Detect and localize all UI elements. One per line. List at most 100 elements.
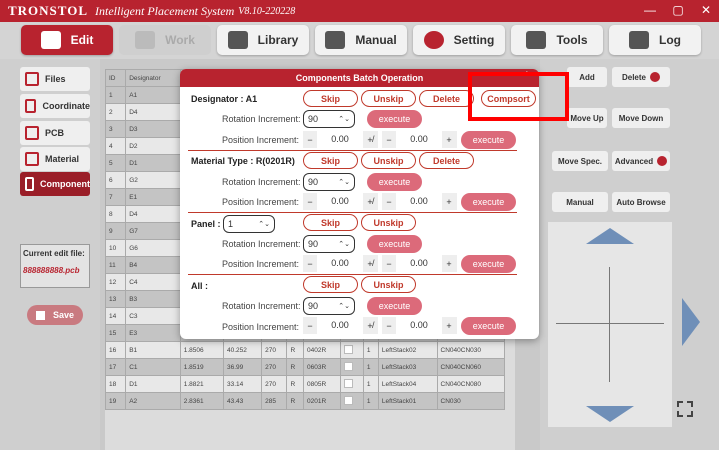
designator-pos-y[interactable]: −0.00 +: [382, 131, 457, 148]
arrow-up-icon[interactable]: [586, 228, 634, 244]
panel-position-execute[interactable]: execute: [461, 255, 516, 273]
dialog-title: Components Batch Operation: [295, 73, 424, 83]
gear-icon: [423, 31, 444, 49]
left-panel: Files Coordinate PCB Material Component …: [0, 59, 100, 450]
all-position-execute[interactable]: execute: [461, 317, 516, 335]
all-pos-x[interactable]: −0.00 +: [303, 317, 378, 334]
all-unskip-button[interactable]: Unskip: [361, 276, 416, 293]
designator-skip-button[interactable]: Skip: [303, 90, 358, 107]
book-icon: [325, 31, 346, 49]
sidebar-item-component[interactable]: Component: [20, 172, 90, 196]
material-rotation-select[interactable]: 90 ⌃⌄: [303, 173, 355, 191]
arrow-right-icon[interactable]: [682, 298, 700, 346]
chevron-updown-icon: ⌃⌄: [258, 221, 270, 228]
designator-unskip-button[interactable]: Unskip: [361, 90, 416, 107]
auto-browse-button[interactable]: Auto Browse: [612, 192, 670, 212]
move-down-button[interactable]: Move Down: [612, 108, 670, 128]
sidebar-item-pcb[interactable]: PCB: [20, 121, 90, 145]
chevron-updown-icon: ⌃⌄: [338, 241, 350, 248]
move-spec-button[interactable]: Move Spec.: [552, 151, 608, 171]
designator-pos-x[interactable]: −0.00 +: [303, 131, 378, 148]
title-bar: TRONSTOL Intelligent Placement System V8…: [0, 0, 719, 22]
panel-rotation-select[interactable]: 90 ⌃⌄: [303, 235, 355, 253]
material-unskip-button[interactable]: Unskip: [361, 152, 416, 169]
edit-file-label: Current edit file:: [23, 249, 85, 258]
material-rotation-execute[interactable]: execute: [367, 173, 422, 191]
row-checkbox[interactable]: [344, 344, 354, 354]
move-up-button[interactable]: Move Up: [567, 108, 607, 128]
position-label: Position Increment:: [222, 135, 300, 145]
material-skip-button[interactable]: Skip: [303, 152, 358, 169]
row-checkbox[interactable]: [344, 361, 354, 371]
panel-pos-y[interactable]: −0.00 +: [382, 255, 457, 272]
arrow-down-icon[interactable]: [586, 406, 634, 422]
panel-label: Panel :: [191, 219, 221, 229]
close-button[interactable]: ✕: [699, 3, 713, 17]
row-checkbox[interactable]: [344, 395, 354, 405]
material-label: Material Type : R(0201R): [191, 156, 295, 166]
window-controls: — ▢ ✕: [643, 3, 713, 17]
rotation-label: Rotation Increment:: [222, 114, 301, 124]
component-icon: [25, 177, 34, 191]
delete-button[interactable]: Delete: [612, 67, 670, 87]
panel-rotation-execute[interactable]: execute: [367, 235, 422, 253]
sidebar-item-material[interactable]: Material: [20, 147, 90, 171]
toolbox-icon: [526, 31, 547, 49]
table-row[interactable]: 18 D1 1.8821 33.14 270 R 0805R 1 LeftStack04 CN04…: [105, 375, 506, 393]
panel-skip-button[interactable]: Skip: [303, 214, 358, 231]
all-rotation-execute[interactable]: execute: [367, 297, 422, 315]
sidebar-item-coordinate[interactable]: Coordinate: [20, 94, 90, 118]
tab-tools[interactable]: Tools: [511, 25, 603, 55]
crosshair-horizontal: [556, 323, 664, 324]
gear-icon: [657, 156, 668, 166]
row-checkbox[interactable]: [344, 378, 354, 388]
table-row[interactable]: 16 B1 1.8506 40.252 270 R 0402R 1 LeftStack02 CN0…: [105, 341, 506, 359]
panel-select[interactable]: 1 ⌃⌄: [223, 215, 275, 233]
all-skip-button[interactable]: Skip: [303, 276, 358, 293]
designator-rotation-execute[interactable]: execute: [367, 110, 422, 128]
tab-library[interactable]: Library: [217, 25, 309, 55]
manual-button[interactable]: Manual: [552, 192, 608, 212]
fullscreen-icon[interactable]: [677, 401, 693, 417]
tab-log[interactable]: Log: [609, 25, 701, 55]
tab-setting[interactable]: Setting: [413, 25, 505, 55]
material-delete-button[interactable]: Delete: [419, 152, 474, 169]
all-pos-y[interactable]: −0.00 +: [382, 317, 457, 334]
table-row[interactable]: 17 C1 1.8519 36.99 270 R 0603R 1 LeftStack03 CN04…: [105, 358, 506, 376]
panel-unskip-button[interactable]: Unskip: [361, 214, 416, 231]
table-row[interactable]: 19 A2 2.8361 43.43 285 R 0201R 1 LeftStack01 CN03…: [105, 392, 506, 410]
save-button[interactable]: Save: [27, 305, 83, 325]
panel-pos-x[interactable]: −0.00 +: [303, 255, 378, 272]
sidebar-item-files[interactable]: Files: [20, 67, 90, 91]
designator-position-execute[interactable]: execute: [461, 131, 516, 149]
material-pos-x[interactable]: −0.00 +: [303, 193, 378, 210]
tab-manual[interactable]: Manual: [315, 25, 407, 55]
designator-label: Designator : A1: [191, 94, 258, 104]
chevron-updown-icon: ⌃⌄: [338, 116, 350, 123]
advanced-button[interactable]: Advanced: [612, 151, 670, 171]
app-title: Intelligent Placement System: [95, 3, 235, 18]
material-position-execute[interactable]: execute: [461, 193, 516, 211]
pcb-icon: [25, 126, 39, 140]
maximize-button[interactable]: ▢: [671, 3, 685, 17]
chevron-updown-icon: ⌃⌄: [338, 179, 350, 186]
tab-edit[interactable]: Edit: [21, 25, 113, 55]
divider: [188, 212, 517, 213]
app-version: V8.10-220228: [238, 5, 296, 17]
tab-work[interactable]: Work: [119, 25, 211, 55]
material-pos-y[interactable]: −0.00 +: [382, 193, 457, 210]
all-rotation-select[interactable]: 90 ⌃⌄: [303, 297, 355, 315]
designator-rotation-select[interactable]: 90 ⌃⌄: [303, 110, 355, 128]
chevron-updown-icon: ⌃⌄: [338, 303, 350, 310]
camera-view: [548, 222, 672, 427]
minimize-button[interactable]: —: [643, 3, 657, 17]
file-icon: [25, 72, 39, 86]
delete-icon: [650, 72, 660, 82]
edit-icon: [40, 31, 61, 49]
divider: [188, 150, 517, 151]
material-icon: [25, 152, 39, 166]
add-button[interactable]: Add: [567, 67, 607, 87]
designator-delete-button[interactable]: Delete: [419, 90, 474, 107]
edit-file-name: 888888888.pcb: [23, 266, 80, 275]
crosshair-vertical: [609, 267, 610, 382]
